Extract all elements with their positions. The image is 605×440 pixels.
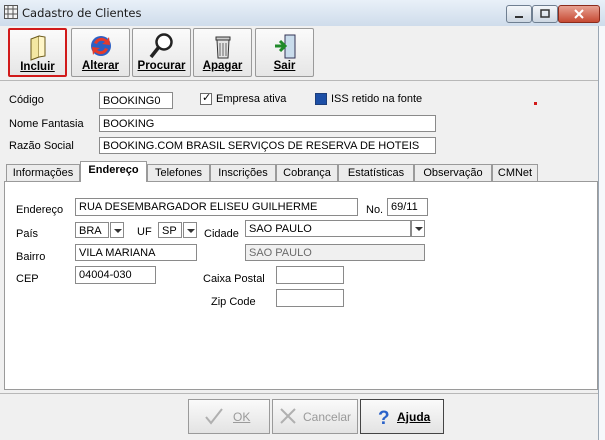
procurar-button[interactable]: Procurar xyxy=(132,28,191,77)
apagar-button[interactable]: Apagar xyxy=(193,28,252,77)
tab-informacoes[interactable]: Informações xyxy=(6,164,80,181)
cidade-dropdown-arrow[interactable] xyxy=(411,220,425,237)
window-edge xyxy=(599,26,605,440)
uf-label: UF xyxy=(137,226,152,238)
nome-fantasia-label: Nome Fantasia xyxy=(9,118,84,130)
ajuda-label: Ajuda xyxy=(397,410,431,424)
tab-observacao[interactable]: Observação xyxy=(414,164,492,181)
minimize-button[interactable] xyxy=(506,5,532,23)
tab-telefones[interactable]: Telefones xyxy=(147,164,210,181)
tab-endereco[interactable]: Endereço xyxy=(80,161,147,182)
window-title: Cadastro de Clientes xyxy=(22,6,142,20)
cep-field[interactable]: 04004-030 xyxy=(75,266,156,284)
ajuda-button[interactable]: ? Ajuda xyxy=(360,399,444,434)
pais-label: País xyxy=(16,228,39,240)
title-bar: Cadastro de Clientes xyxy=(0,0,605,27)
toolbar-divider xyxy=(0,80,598,81)
iss-retido-checkbox[interactable] xyxy=(315,93,327,105)
trash-icon xyxy=(215,36,231,59)
cidade-label: Cidade xyxy=(204,228,239,240)
app-icon xyxy=(4,5,18,19)
endereco-field[interactable]: RUA DESEMBARGADOR ELISEU GUILHERME xyxy=(75,198,358,216)
cancelar-button[interactable]: Cancelar xyxy=(272,399,358,434)
close-button[interactable] xyxy=(558,5,600,23)
numero-label: No. xyxy=(366,204,384,216)
codigo-label: Código xyxy=(9,94,44,106)
tab-cmnet[interactable]: CMNet xyxy=(492,164,538,181)
magnifier-icon xyxy=(149,33,173,59)
pais-select[interactable]: BRA xyxy=(75,222,109,238)
maximize-button[interactable] xyxy=(532,5,558,23)
svg-text:?: ? xyxy=(378,408,390,427)
cidade-readonly-field: SAO PAULO xyxy=(245,244,425,261)
razao-social-label: Razão Social xyxy=(9,140,74,152)
procurar-label: Procurar xyxy=(137,60,186,72)
caixa-postal-field[interactable] xyxy=(276,266,344,284)
alterar-button[interactable]: Alterar xyxy=(71,28,130,77)
cancelar-label: Cancelar xyxy=(303,410,352,424)
toolbar: Incluir Alterar Procurar Apagar Sair xyxy=(0,26,598,78)
cidade-select[interactable]: SAO PAULO xyxy=(245,220,411,237)
caixa-postal-label: Caixa Postal xyxy=(203,273,265,285)
ok-button[interactable]: OK xyxy=(188,399,270,434)
empresa-ativa-label: Empresa ativa xyxy=(216,93,287,105)
uf-select[interactable]: SP xyxy=(158,222,182,238)
alterar-label: Alterar xyxy=(81,60,120,72)
tab-inscricoes[interactable]: Inscrições xyxy=(210,164,276,181)
razao-social-field[interactable]: BOOKING.COM BRASIL SERVIÇOS DE RESERVA D… xyxy=(99,137,436,154)
endereco-label: Endereço xyxy=(16,204,64,216)
cancel-x-icon xyxy=(280,408,296,424)
apagar-label: Apagar xyxy=(202,60,243,72)
codigo-field[interactable]: BOOKING0 xyxy=(99,92,173,109)
uf-dropdown-arrow[interactable] xyxy=(183,222,197,238)
checkmark-icon xyxy=(205,408,223,425)
bairro-label: Bairro xyxy=(16,251,46,263)
ok-label: OK xyxy=(233,410,251,424)
help-icon: ? xyxy=(378,408,390,427)
sair-label: Sair xyxy=(273,60,296,72)
zip-code-field[interactable] xyxy=(276,289,344,307)
incluir-label: Incluir xyxy=(20,61,55,73)
refresh-icon xyxy=(91,36,111,56)
cep-label: CEP xyxy=(16,273,39,285)
zip-code-label: Zip Code xyxy=(211,296,256,308)
footer-divider xyxy=(0,393,598,394)
empresa-ativa-checkbox[interactable] xyxy=(200,91,212,105)
folder-icon xyxy=(30,35,46,61)
exit-door-icon xyxy=(275,34,296,59)
incluir-button[interactable]: Incluir xyxy=(8,28,67,77)
tab-estatisticas[interactable]: Estatísticas xyxy=(338,164,414,181)
sair-button[interactable]: Sair xyxy=(255,28,314,77)
red-marker xyxy=(534,102,537,105)
tab-cobranca[interactable]: Cobrança xyxy=(276,164,338,181)
numero-field[interactable]: 69/11 xyxy=(387,198,428,216)
nome-fantasia-field[interactable]: BOOKING xyxy=(99,115,436,132)
close-icon xyxy=(574,9,584,19)
pais-dropdown-arrow[interactable] xyxy=(110,222,124,238)
bairro-field[interactable]: VILA MARIANA xyxy=(75,244,197,261)
iss-retido-label: ISS retido na fonte xyxy=(331,93,423,105)
